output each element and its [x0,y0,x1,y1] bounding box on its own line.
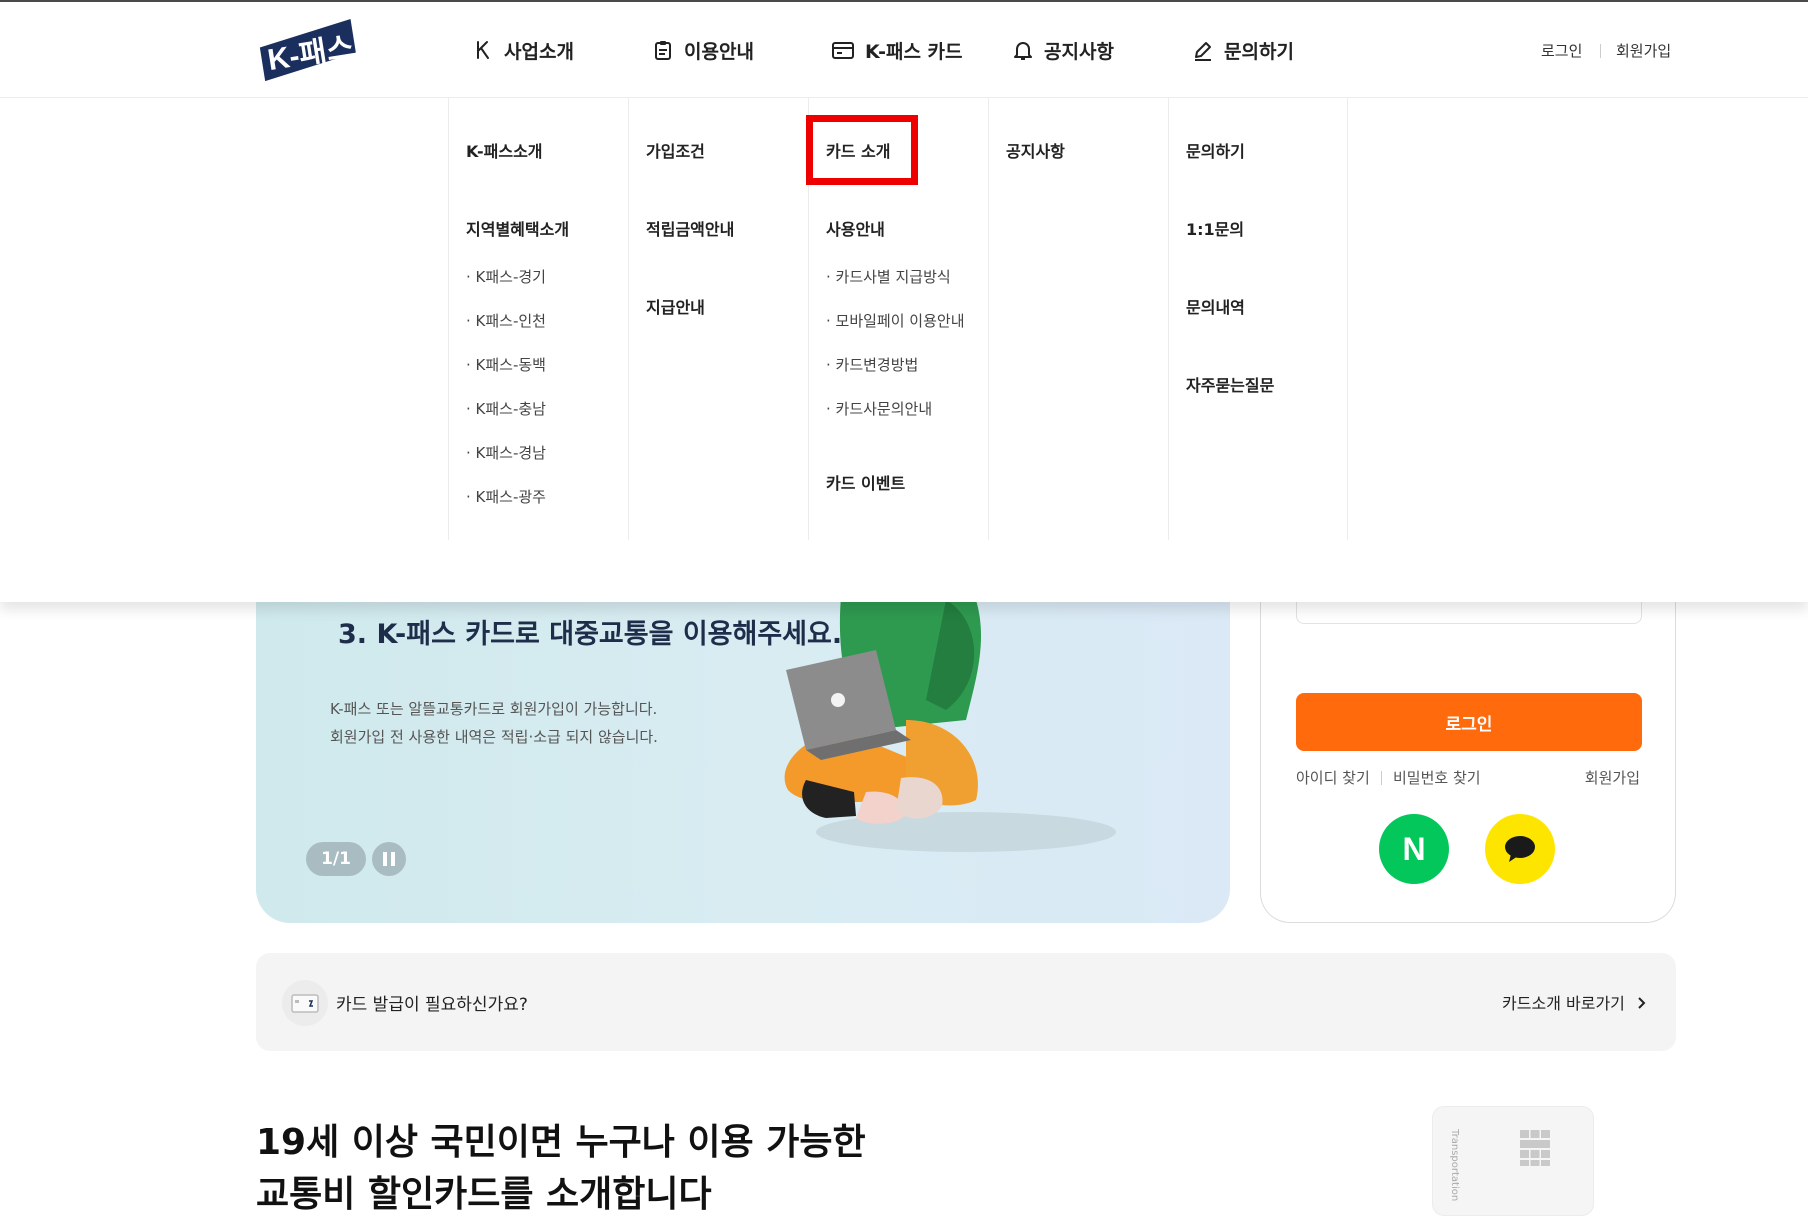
menu-payment-guide[interactable]: 지급안내 [646,294,705,318]
menu-mobile-pay-guide[interactable]: · 모바일페이 이용안내 [826,310,965,331]
menu-card-event[interactable]: 카드 이벤트 [826,470,905,494]
card-icon [832,42,854,59]
person-laptop-illustration [784,560,1116,852]
logo-text: K-패스 [265,31,356,77]
k-symbol-icon [477,41,489,59]
menu-card-intro[interactable]: 카드 소개 [826,138,890,162]
clipboard-icon [655,41,671,60]
nav-inquiry-label: 문의하기 [1224,40,1294,63]
mega-menu: K-패스소개 지역별혜택소개 · K패스-경기 · K패스-인천 · K패스-동… [0,98,1808,602]
nav-business[interactable]: 사업소개 [472,2,574,98]
nav-inquiry[interactable]: 문의하기 [1192,2,1294,98]
hero-desc-line2: 회원가입 전 사용한 내역은 적립·소급 되지 않습니다. [330,728,658,746]
menu-card-change[interactable]: · 카드변경방법 [826,354,918,375]
login-signup-link[interactable]: 회원가입 [1585,767,1640,788]
menu-card-company-inquiry[interactable]: · 카드사문의안내 [826,398,932,419]
menu-region-gwangju[interactable]: · K패스-광주 [466,486,546,507]
speech-bubble-icon [1505,836,1535,862]
card-chip-icon [1520,1130,1550,1166]
pencil-icon [1195,42,1211,61]
card-intro-shortcut-label: 카드소개 바로가기 [1502,994,1625,1013]
menu-k-pass-intro[interactable]: K-패스소개 [466,138,543,162]
card-wallet-icon [282,980,328,1026]
menu-join-conditions[interactable]: 가입조건 [646,138,705,162]
intro-heading-line2: 교통비 할인카드를 소개합니다 [256,1174,712,1215]
nav-card-label: K-패스 카드 [865,40,963,63]
menu-region-gyeongnam[interactable]: · K패스-경남 [466,442,546,463]
menu-notice[interactable]: 공지사항 [1006,138,1065,162]
nav-card[interactable]: K-패스 카드 [831,2,963,98]
pause-button[interactable] [372,842,406,876]
naver-logo: N [1402,830,1426,867]
nav-guide[interactable]: 이용안내 [652,2,754,98]
menu-col-card: 카드 소개 사용안내 · 카드사별 지급방식 · 모바일페이 이용안내 · 카드… [808,98,988,540]
find-divider [1381,771,1382,785]
hero-banner: 3. K-패스 카드로 대중교통을 이용해주세요. K-패스 또는 알뜰교통카드… [256,560,1230,923]
menu-region-gyeonggi[interactable]: · K패스-경기 [466,266,546,287]
menu-amount-guide[interactable]: 적립금액안내 [646,216,734,240]
find-id-link[interactable]: 아이디 찾기 [1296,767,1370,788]
bell-icon [1014,42,1032,60]
header-signup-link[interactable]: 회원가입 [1616,40,1671,61]
menu-col-inquiry: 문의하기 1:1문의 문의내역 자주묻는질문 [1168,98,1348,540]
menu-col-notice: 공지사항 [988,98,1168,540]
header-login-link[interactable]: 로그인 [1541,40,1582,61]
menu-region-benefits[interactable]: 지역별혜택소개 [466,216,569,240]
card-thumbnail: Transportation [1432,1106,1594,1216]
card-vertical-text: Transportation [1449,1129,1460,1202]
find-password-link[interactable]: 비밀번호 찾기 [1393,767,1481,788]
menu-region-chungnam[interactable]: · K패스-충남 [466,398,546,419]
k-pass-logo[interactable]: K-패스 [255,18,361,84]
util-divider [1600,44,1601,58]
login-button[interactable]: 로그인 [1296,693,1642,751]
menu-region-dongbaek[interactable]: · K패스-동백 [466,354,546,375]
slide-pager: 1/1 [306,842,366,876]
card-intro-shortcut-link[interactable]: 카드소개 바로가기 [1502,990,1648,1014]
intro-heading-line1: 19세 이상 국민이면 누구나 이용 가능한 [256,1122,866,1163]
menu-usage-guide[interactable]: 사용안내 [826,216,885,240]
menu-inquiry-history[interactable]: 문의내역 [1186,294,1245,318]
card-issue-bar: 카드 발급이 필요하신가요? 카드소개 바로가기 [256,953,1676,1051]
card-issue-question: 카드 발급이 필요하신가요? [336,995,528,1015]
menu-card-payment-method[interactable]: · 카드사별 지급방식 [826,266,951,287]
header: K-패스 사업소개 이용안내 K-패스 카드 공지사항 문의하기 로그인 회원가… [0,2,1808,98]
menu-faq[interactable]: 자주묻는질문 [1186,372,1274,396]
nav-notice-label: 공지사항 [1044,40,1114,63]
nav-notice[interactable]: 공지사항 [1012,2,1114,98]
naver-login-button[interactable]: N [1379,814,1449,884]
hero-desc-line1: K-패스 또는 알뜰교통카드로 회원가입이 가능합니다. [330,700,658,718]
chevron-right-icon [1638,997,1646,1009]
menu-col-guide: 가입조건 적립금액안내 지급안내 [628,98,808,540]
nav-business-label: 사업소개 [504,40,574,63]
nav-guide-label: 이용안내 [684,40,754,63]
menu-inquiry[interactable]: 문의하기 [1186,138,1245,162]
kakao-login-button[interactable] [1485,814,1555,884]
menu-region-incheon[interactable]: · K패스-인천 [466,310,546,331]
menu-one-to-one[interactable]: 1:1문의 [1186,216,1244,240]
menu-col-business: K-패스소개 지역별혜택소개 · K패스-경기 · K패스-인천 · K패스-동… [448,98,628,540]
